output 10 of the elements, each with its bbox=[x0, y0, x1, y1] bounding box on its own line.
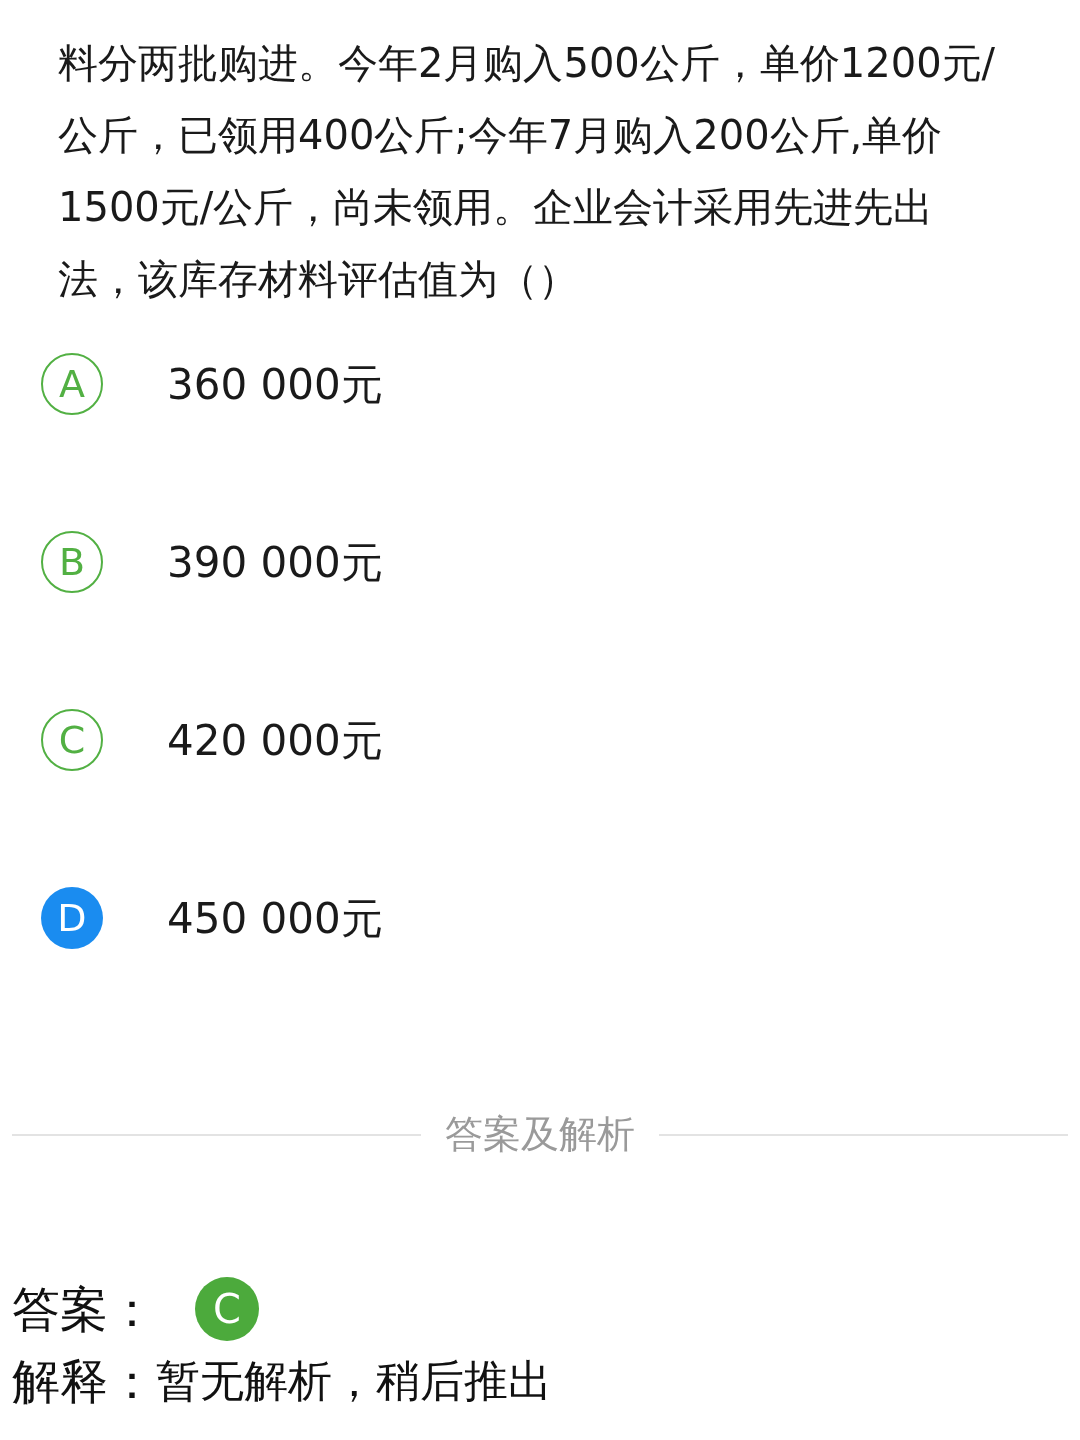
explanation-text: 暂无解析，稍后推出 bbox=[156, 1354, 552, 1408]
option-text[interactable]: 360 000元 bbox=[167, 352, 383, 416]
answer-badge: C bbox=[195, 1277, 259, 1341]
section-heading: 答案及解析 bbox=[444, 1111, 636, 1158]
option-text[interactable]: 420 000元 bbox=[167, 708, 383, 772]
answer-label: 答案： bbox=[12, 1280, 157, 1339]
explanation-label: 解释： bbox=[12, 1352, 156, 1411]
option-text[interactable]: 450 000元 bbox=[167, 886, 383, 950]
option-text[interactable]: 390 000元 bbox=[167, 530, 383, 594]
question-text: 料分两批购进。今年2月购入500公斤，单价1200元/公斤，已领用400公斤;今年7月购入200公斤,单价1500元/公斤，尚未领用。企业会计采用先进先出法，该库存材料评估值为（） bbox=[57, 39, 997, 304]
